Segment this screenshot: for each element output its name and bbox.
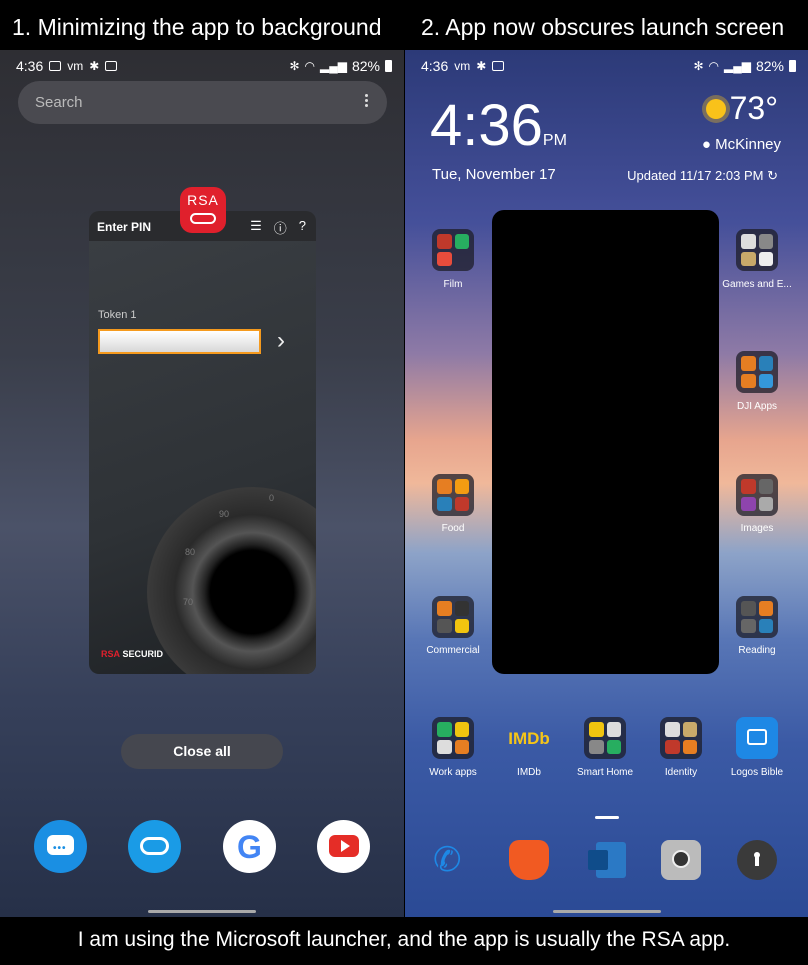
app-label: Work apps — [429, 767, 477, 778]
folder-label: Reading — [738, 645, 776, 656]
signal-icon: ▂▄▆ — [320, 59, 347, 73]
vm-icon: vm — [67, 59, 84, 73]
folder-label: Food — [441, 523, 465, 534]
app-label: Identity — [664, 767, 698, 778]
bottom-caption: I am using the Microsoft launcher, and t… — [77, 928, 731, 951]
folder-work-apps[interactable] — [432, 717, 474, 759]
outlook-app-icon[interactable] — [586, 840, 626, 880]
home-screen: 4:36 vm ✱ ✻ ◠ ▂▄▆ 82% 4:36PM Tue, Novemb… — [405, 50, 808, 917]
close-all-button[interactable]: Close all — [121, 734, 283, 769]
wifi-icon: ◠ — [708, 59, 719, 73]
status-time: 4:36 — [16, 58, 44, 74]
card-title: Enter PIN — [97, 220, 152, 234]
brave-app-icon[interactable] — [509, 840, 549, 880]
folder-label: Commercial — [426, 645, 480, 656]
status-time: 4:36 — [421, 58, 449, 74]
app-label: IMDb — [517, 767, 541, 778]
settings-icon: ✱ — [476, 59, 487, 73]
search-bar[interactable]: Search — [18, 81, 387, 124]
app-label: Smart Home — [576, 767, 634, 778]
keyhole-app-icon[interactable] — [737, 840, 777, 880]
app-label: Logos Bible — [730, 767, 784, 778]
page-indicator — [595, 816, 619, 819]
folder-label: Games and E... — [722, 279, 792, 290]
refresh-icon: ↻ — [767, 168, 778, 183]
folder-images[interactable] — [736, 474, 778, 516]
folder-label: Film — [443, 279, 463, 290]
status-bar: 4:36 vm ✱ ✻ ◠ ▂▄▆ 82% — [0, 56, 404, 80]
right-caption: 2. App now obscures launch screen — [421, 14, 785, 40]
dial-number: 90 — [219, 509, 230, 519]
more-options-icon[interactable] — [365, 92, 369, 109]
token-label: Token 1 — [98, 309, 137, 321]
battery-percent: 82% — [351, 58, 380, 74]
camera-app-icon[interactable] — [661, 840, 701, 880]
obscuring-app-card — [492, 210, 719, 674]
date-text: Tue, November 17 — [432, 166, 556, 183]
dial-number: 0 — [269, 493, 275, 503]
app-icon — [492, 61, 505, 71]
dial-number: 80 — [185, 547, 196, 557]
gesture-bar[interactable] — [552, 910, 661, 913]
location-pin-icon: ● — [701, 136, 711, 153]
wifi-icon: ◠ — [304, 59, 315, 73]
folder-games[interactable] — [736, 229, 778, 271]
image-icon — [49, 61, 62, 71]
list-icon[interactable]: ☰ — [250, 218, 262, 237]
folder-smart-home[interactable] — [584, 717, 626, 759]
bluetooth-app-icon[interactable] — [128, 820, 181, 873]
folder-commercial[interactable] — [432, 596, 474, 638]
imdb-app-icon[interactable]: IMDb — [508, 717, 550, 759]
messages-app-icon[interactable]: ••• — [34, 820, 87, 873]
recent-apps-screen: 4:36 vm ✱ ✻ ◠ ▂▄▆ 82% Search Enter PIN ☰… — [0, 50, 404, 917]
youtube-app-icon[interactable] — [317, 820, 370, 873]
phone-app-icon[interactable]: ✆ — [433, 840, 473, 880]
app-icon — [105, 61, 118, 71]
weather-updated[interactable]: Updated 11/17 2:03 PM ↻ — [627, 168, 778, 184]
battery-icon — [789, 60, 796, 72]
sun-icon — [706, 99, 726, 119]
safe-dial-graphic: 0 90 80 70 — [147, 487, 316, 674]
folder-label: Images — [740, 523, 774, 534]
status-bar: 4:36 vm ✱ ✻ ◠ ▂▄▆ 82% — [405, 56, 808, 80]
battery-icon — [385, 60, 392, 72]
battery-percent: 82% — [755, 58, 784, 74]
gesture-bar[interactable] — [148, 910, 256, 913]
rsa-app-card[interactable]: Enter PIN ☰ ⓘ ? Token 1 › 0 90 80 70 RSA… — [89, 211, 316, 674]
rsa-securid-logo: RSA SECURID — [101, 649, 164, 659]
location: ● McKinney — [701, 136, 781, 153]
bluetooth-icon: ✻ — [289, 59, 300, 73]
pin-input[interactable] — [98, 329, 261, 354]
folder-label: DJI Apps — [736, 401, 778, 412]
chevron-right-icon[interactable]: › — [277, 327, 285, 355]
info-icon[interactable]: ⓘ — [274, 218, 287, 237]
bluetooth-icon: ✻ — [693, 59, 704, 73]
folder-identity[interactable] — [660, 717, 702, 759]
folder-film[interactable] — [432, 229, 474, 271]
folder-dji-apps[interactable] — [736, 351, 778, 393]
folder-food[interactable] — [432, 474, 474, 516]
temperature[interactable]: 73° — [730, 90, 778, 127]
search-placeholder: Search — [35, 94, 83, 111]
vm-icon: vm — [454, 59, 471, 73]
dial-number: 70 — [183, 597, 194, 607]
left-caption: 1. Minimizing the app to background — [12, 14, 382, 40]
settings-icon: ✱ — [89, 59, 100, 73]
signal-icon: ▂▄▆ — [724, 59, 751, 73]
google-app-icon[interactable]: G — [223, 820, 276, 873]
logos-bible-app-icon[interactable] — [736, 717, 778, 759]
rsa-app-icon[interactable]: RSA — [180, 187, 226, 233]
folder-reading[interactable] — [736, 596, 778, 638]
clock-widget[interactable]: 4:36PM — [430, 92, 567, 159]
help-icon[interactable]: ? — [299, 218, 306, 237]
